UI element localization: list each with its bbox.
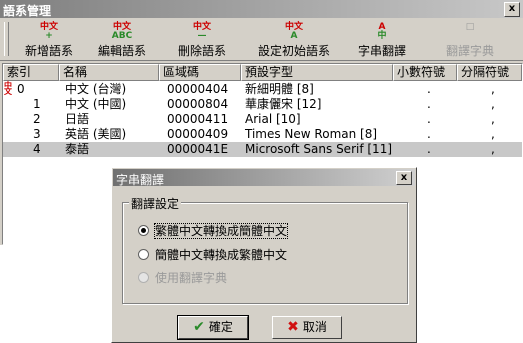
dialog-titlebar: 字串翻譯 x xyxy=(113,169,415,187)
window-close-button[interactable]: x xyxy=(504,2,520,17)
column-decimal-symbol[interactable]: 小數符號 xyxy=(393,64,457,81)
trad-to-simp-radio[interactable]: 繁體中文轉換成簡體中文 xyxy=(138,222,289,239)
table-row[interactable]: 中文 0 中文 (台灣) 00000404 新細明體 [8] . , xyxy=(3,82,522,97)
add-language-label: 新增語系 xyxy=(24,44,73,58)
checkmark-icon: ✔ xyxy=(193,319,205,335)
set-initial-language-label: 設定初始語系 xyxy=(257,44,330,58)
radio-disabled-icon xyxy=(138,272,149,283)
cross-icon: ✖ xyxy=(287,319,299,335)
toolbar-grip[interactable] xyxy=(4,22,9,56)
table-row[interactable]: 3 英語 (美國) 00000409 Times New Roman [8] .… xyxy=(3,127,522,142)
radio-checked-icon xyxy=(138,225,149,236)
simp-to-trad-radio[interactable]: 簡體中文轉換成繁體中文 xyxy=(138,246,287,263)
book-icon: □ xyxy=(465,22,475,32)
current-language-icon: 中文 xyxy=(4,81,12,96)
column-name[interactable]: 名稱 xyxy=(59,64,159,81)
group-label: 翻譯設定 xyxy=(129,195,182,212)
table-row-selected[interactable]: 4 泰語 0000041E Microsoft Sans Serif [11] … xyxy=(3,142,522,157)
dialog-title: 字串翻譯 xyxy=(116,173,165,187)
column-index[interactable]: 索引 xyxy=(3,64,59,81)
delete-language-icon: 中文 — xyxy=(192,22,211,41)
add-language-button[interactable]: 中文 + 新增語系 xyxy=(14,20,84,59)
window-title: 語系管理 xyxy=(3,4,52,18)
set-initial-language-button[interactable]: 中文 A 設定初始語系 xyxy=(246,20,342,59)
list-header: 索引 名稱 區域碼 預設字型 小數符號 分隔符號 xyxy=(3,64,522,81)
string-translation-button[interactable]: A中 字串翻譯 xyxy=(348,20,416,59)
column-region-code[interactable]: 區域碼 xyxy=(159,64,241,81)
toolbar: 中文 + 新增語系 中文 ABC 編輯語系 中文 — 刪除語系 中文 A 設定初始語系 … xyxy=(0,18,523,61)
add-language-icon: 中文 + xyxy=(39,22,58,41)
ok-button[interactable]: ✔ 確定 xyxy=(177,315,249,340)
translation-dictionary-button[interactable]: □ 翻譯字典 xyxy=(436,20,504,59)
table-row[interactable]: 1 中文 (中國) 00000804 華康儷宋 [12] . , xyxy=(3,97,522,112)
dialog-close-button[interactable]: x xyxy=(396,171,412,185)
edit-language-label: 編輯語系 xyxy=(97,44,146,58)
string-translation-icon: A中 xyxy=(377,22,387,41)
string-translation-dialog: 字串翻譯 x 翻譯設定 繁體中文轉換成簡體中文 簡體中文轉換成繁體中文 使用翻譯… xyxy=(111,167,417,343)
cancel-button[interactable]: ✖ 取消 xyxy=(272,316,342,339)
delete-language-button[interactable]: 中文 — 刪除語系 xyxy=(166,20,238,59)
table-row[interactable]: 2 日語 00000411 Arial [10] . , xyxy=(3,112,522,127)
column-separator-symbol[interactable]: 分隔符號 xyxy=(457,64,522,81)
edit-language-icon: 中文 ABC xyxy=(111,22,133,41)
set-initial-language-icon: 中文 A xyxy=(284,22,303,41)
window-titlebar: 語系管理 x xyxy=(0,0,523,18)
translation-dictionary-label: 翻譯字典 xyxy=(445,44,494,58)
radio-unchecked-icon xyxy=(138,249,149,260)
use-dictionary-radio[interactable]: 使用翻譯字典 xyxy=(138,269,227,286)
delete-language-label: 刪除語系 xyxy=(177,44,226,58)
string-translation-label: 字串翻譯 xyxy=(357,44,406,58)
column-default-font[interactable]: 預設字型 xyxy=(241,64,393,81)
edit-language-button[interactable]: 中文 ABC 編輯語系 xyxy=(86,20,158,59)
